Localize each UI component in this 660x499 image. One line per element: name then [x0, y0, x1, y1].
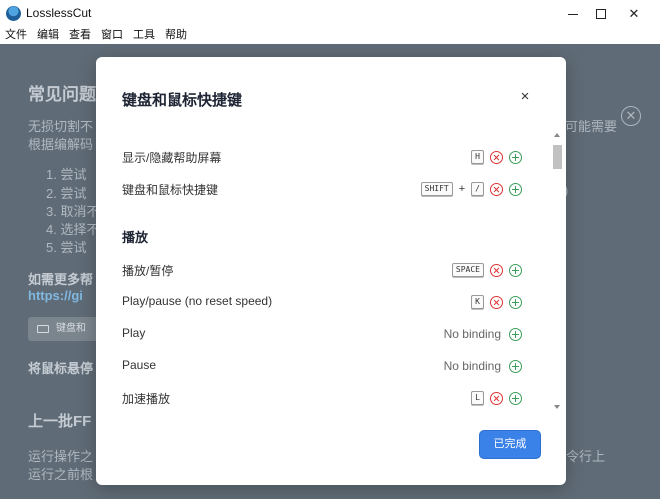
- title-bar: LosslessCut ✕: [0, 0, 660, 28]
- shortcut-row: Play No binding: [122, 324, 522, 344]
- remove-binding-icon[interactable]: [490, 263, 503, 277]
- help-close-icon[interactable]: ✕: [621, 106, 641, 126]
- add-binding-icon[interactable]: [509, 391, 522, 405]
- key-badge: H: [471, 150, 484, 164]
- shortcut-row: Play/pause (no reset speed) K: [122, 292, 522, 312]
- faq-line: 无损切割不: [28, 119, 94, 134]
- shortcut-row: Pause No binding: [122, 356, 522, 376]
- dialog-close-button[interactable]: ×: [517, 89, 533, 105]
- shortcuts-scrollbar[interactable]: [553, 133, 562, 409]
- scroll-up-arrow-icon[interactable]: [554, 133, 560, 137]
- section-heading-playback: 播放: [122, 230, 149, 245]
- done-button[interactable]: 已完成: [480, 431, 540, 458]
- key-badge: SPACE: [451, 263, 484, 277]
- ffmpeg-para-right: 令行上: [566, 449, 606, 464]
- add-binding-icon[interactable]: [509, 263, 522, 277]
- faq-list-item: 3. 取消不: [46, 204, 100, 219]
- key-badge: K: [471, 295, 484, 309]
- keyboard-icon: [37, 325, 49, 333]
- app-logo-icon: [6, 6, 21, 21]
- faq-list-item: 5. 尝试: [46, 240, 87, 255]
- menu-tools[interactable]: 工具: [128, 28, 160, 44]
- no-binding-text: No binding: [443, 327, 501, 341]
- menu-edit[interactable]: 编辑: [32, 28, 64, 44]
- faq-line: 根据编解码: [28, 137, 94, 152]
- keyboard-shortcuts-dialog: 键盘和鼠标快捷键 × 显示/隐藏帮助屏幕 H 键盘和鼠标快捷键 SHIFT + …: [96, 57, 566, 485]
- keyboard-shortcuts-label: 键盘和: [56, 323, 86, 334]
- remove-binding-icon[interactable]: [490, 391, 503, 405]
- key-badge: L: [471, 391, 484, 405]
- shortcut-row: 播放/暂停 SPACE: [122, 260, 522, 280]
- maximize-button[interactable]: [584, 0, 618, 28]
- key-badge: /: [471, 182, 484, 196]
- more-help-text: 如需更多帮: [28, 272, 94, 287]
- scrollbar-thumb[interactable]: [553, 145, 562, 169]
- menu-help[interactable]: 帮助: [160, 28, 192, 44]
- add-binding-icon[interactable]: [509, 359, 522, 373]
- no-binding-text: No binding: [443, 359, 501, 373]
- window-title: LosslessCut: [26, 6, 92, 20]
- hover-hint-text: 将鼠标悬停: [28, 361, 94, 376]
- remove-binding-icon[interactable]: [490, 295, 503, 309]
- faq-list-item: 4. 选择不: [46, 222, 100, 237]
- menu-view[interactable]: 查看: [64, 28, 96, 44]
- menu-bar: 文件 编辑 查看 窗口 工具 帮助: [0, 28, 660, 44]
- menu-file[interactable]: 文件: [0, 28, 32, 44]
- shortcut-label: Play: [122, 326, 146, 340]
- shortcut-label: Pause: [122, 358, 157, 372]
- add-binding-icon[interactable]: [509, 327, 522, 341]
- shortcuts-list[interactable]: 显示/隐藏帮助屏幕 H 键盘和鼠标快捷键 SHIFT + / 播放 播放/暂停 …: [96, 131, 566, 411]
- faq-line-right: 可能需要: [565, 119, 618, 134]
- add-binding-icon[interactable]: [509, 182, 522, 196]
- ffmpeg-para-line: 运行操作之: [28, 449, 94, 464]
- shortcut-label: 播放/暂停: [122, 264, 174, 278]
- maximize-icon: [596, 9, 606, 19]
- shortcut-row: 加速播放 L: [122, 388, 522, 408]
- ffmpeg-para-line: 运行之前根: [28, 467, 94, 482]
- shortcut-label: 显示/隐藏帮助屏幕: [122, 151, 222, 165]
- ffmpeg-section-heading: 上一批FF: [28, 413, 92, 430]
- key-plus: +: [458, 183, 466, 195]
- remove-binding-icon[interactable]: [490, 182, 503, 196]
- shortcut-label: 加速播放: [122, 392, 171, 406]
- scroll-down-arrow-icon[interactable]: [554, 405, 560, 409]
- remove-binding-icon[interactable]: [490, 150, 503, 164]
- shortcut-row: 显示/隐藏帮助屏幕 H: [122, 147, 522, 167]
- add-binding-icon[interactable]: [509, 295, 522, 309]
- menu-window[interactable]: 窗口: [96, 28, 128, 44]
- shortcut-row: 键盘和鼠标快捷键 SHIFT + /: [122, 179, 522, 199]
- help-link[interactable]: https://gi: [28, 288, 83, 303]
- minimize-icon: [568, 13, 578, 15]
- faq-list-item: 2. 尝试: [46, 186, 87, 201]
- shortcut-label: Play/pause (no reset speed): [122, 294, 273, 308]
- key-badge: SHIFT: [420, 182, 453, 196]
- faq-list-item: 1. 尝试: [46, 167, 87, 182]
- dialog-title: 键盘和鼠标快捷键: [122, 92, 243, 109]
- shortcut-label: 键盘和鼠标快捷键: [122, 183, 219, 197]
- window-close-button[interactable]: ✕: [617, 0, 651, 28]
- faq-heading: 常见问题: [28, 85, 96, 104]
- add-binding-icon[interactable]: [509, 150, 522, 164]
